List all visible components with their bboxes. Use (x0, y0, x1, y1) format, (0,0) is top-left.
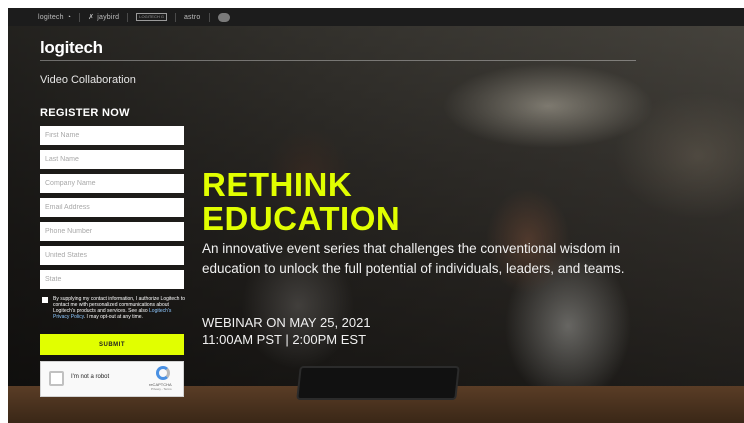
recaptcha-icon (156, 366, 170, 380)
recaptcha-label: I'm not a robot (71, 374, 110, 380)
brand-bar: logitech ◔ ✗ jaybird LOGITECH G astro (8, 8, 744, 26)
first-name-field[interactable] (40, 126, 184, 145)
headline-line-2: EDUCATION (202, 200, 401, 237)
consent-text-2: . I may opt-out at any time. (83, 314, 143, 320)
email-field[interactable] (40, 198, 184, 217)
brand-jaybird[interactable]: ✗ jaybird (88, 13, 120, 22)
state-select[interactable] (40, 270, 184, 289)
brand-logitech-g[interactable]: LOGITECH G (136, 13, 167, 21)
event-date: WEBINAR ON MAY 25, 2021 (202, 315, 371, 330)
bird-icon: ✗ (88, 14, 95, 21)
recaptcha-checkbox[interactable] (49, 371, 64, 386)
brand-logitech-label: logitech (38, 13, 64, 21)
event-time: 11:00AM PST | 2:00PM EST (202, 332, 367, 347)
brand-astro[interactable]: astro (184, 14, 201, 21)
page: logitech ◔ ✗ jaybird LOGITECH G astro logi… (8, 8, 744, 423)
recaptcha-links[interactable]: Privacy - Terms (151, 387, 172, 391)
header-divider (40, 60, 636, 61)
country-select[interactable] (40, 246, 184, 265)
company-name-field[interactable] (40, 174, 184, 193)
event-details: WEBINAR ON MAY 25, 2021 11:00AM PST | 2:… (202, 314, 371, 348)
hero-headline: RETHINK EDUCATION (202, 168, 400, 236)
consent-block: By supplying my contact information, I a… (42, 296, 188, 320)
brand-jaybird-label: jaybird (97, 13, 120, 21)
brand-logitech[interactable]: logitech ◔ (38, 14, 71, 21)
logitech-g-icon: ◔ (66, 13, 72, 21)
form-title: REGISTER NOW (40, 107, 130, 119)
divider (127, 12, 129, 22)
hero-description: An innovative event series that challeng… (202, 241, 625, 276)
headline-line-1: RETHINK (202, 166, 353, 203)
recaptcha-widget: I'm not a robot reCAPTCHA Privacy - Term… (40, 361, 184, 397)
ultimate-ears-icon[interactable] (217, 12, 230, 22)
last-name-field[interactable] (40, 150, 184, 169)
divider (174, 12, 176, 22)
logitech-logo[interactable]: logitech (40, 38, 103, 58)
divider (208, 12, 210, 22)
consent-text: By supplying my contact information, I a… (53, 296, 188, 320)
submit-button[interactable]: SUBMIT (40, 334, 184, 355)
hero-tablet-image (296, 366, 460, 400)
consent-checkbox[interactable] (42, 297, 48, 303)
page-subtitle: Video Collaboration (40, 74, 136, 86)
divider (79, 12, 81, 22)
phone-field[interactable] (40, 222, 184, 241)
